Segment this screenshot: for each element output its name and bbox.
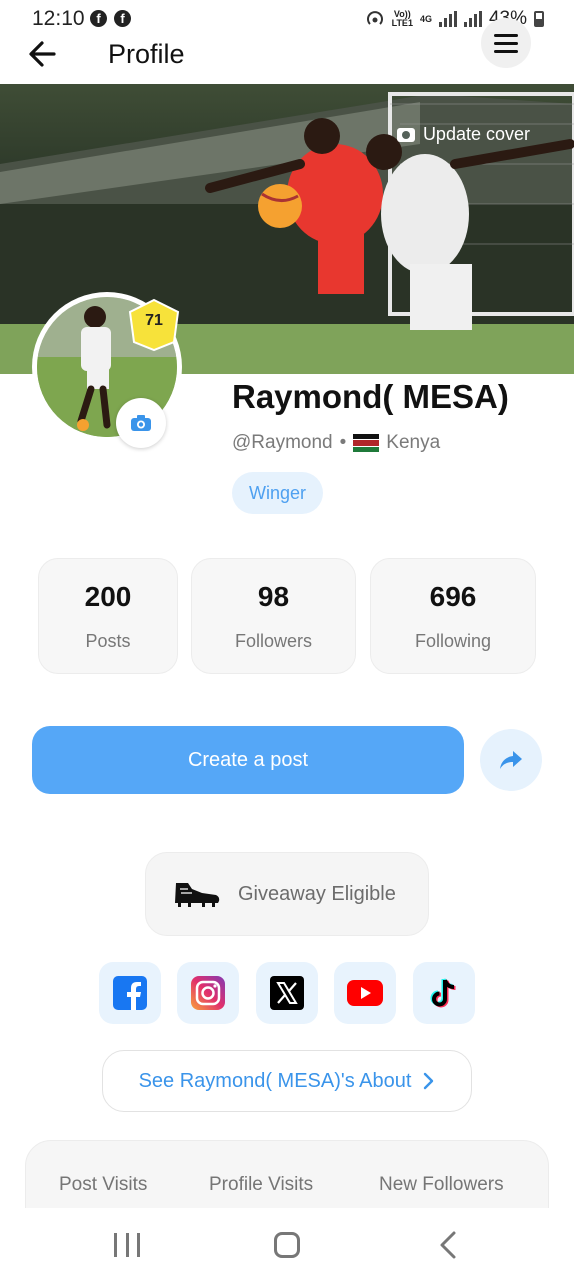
facebook-notification-icon: f [90,10,107,27]
youtube-link[interactable] [334,962,396,1024]
stat-label: Posts [85,631,131,651]
stat-posts[interactable]: 200 Posts [38,558,178,674]
facebook-icon [113,976,147,1010]
stat-following[interactable]: 696 Following [370,558,536,674]
instagram-icon [191,976,225,1010]
back-arrow-icon[interactable] [24,34,64,74]
signal-icon [463,11,482,27]
instagram-link[interactable] [177,962,239,1024]
change-avatar-button[interactable] [116,398,166,448]
x-link[interactable] [256,962,318,1024]
see-about-button[interactable]: See Raymond( MESA)'s About [102,1050,472,1112]
giveaway-eligible-badge: Giveaway Eligible [145,852,429,936]
system-nav-bar [0,1208,574,1280]
app-header: Profile [0,18,574,84]
profile-handle: @Raymond [232,432,333,453]
stat-value: 98 [257,581,290,612]
volte-indicator: Vo)) LTE1 [391,9,413,28]
hotspot-icon [366,11,383,25]
profile-country: Kenya [386,432,441,453]
camera-icon [396,127,415,142]
update-cover-button[interactable]: Update cover [396,124,530,145]
battery-icon [534,11,544,27]
position-badge: Winger [232,472,324,514]
hamburger-icon [494,33,518,37]
youtube-icon [347,980,383,1006]
facebook-notification-icon: f [114,10,131,27]
share-button[interactable] [480,729,542,791]
tiktok-icon [430,978,456,1008]
stat-value: 200 [84,581,132,612]
handle-row: @Raymond • Kenya [232,432,440,454]
signal-icon [438,11,457,27]
stat-label: Followers [234,631,313,651]
share-arrow-icon [500,751,522,769]
page-title: Profile [108,39,185,69]
kenya-flag-icon [353,434,380,452]
see-about-label: See Raymond( MESA)'s About [138,1069,412,1092]
update-cover-label: Update cover [422,124,530,144]
tiktok-link[interactable] [413,962,475,1024]
recent-apps-button[interactable] [114,1233,140,1257]
stat-value: 696 [429,581,477,612]
network-type: 4G [419,13,432,24]
camera-icon [131,415,151,431]
x-logo-icon [270,976,304,1010]
system-back-icon[interactable] [436,1230,462,1260]
tab-post-visits[interactable]: Post Visits [59,1174,147,1196]
rating-value: 71 [145,312,163,329]
profile-name: Raymond( MESA) [232,378,509,415]
chevron-right-icon [424,1072,434,1090]
stat-label: Following [414,631,492,651]
menu-button[interactable] [481,18,531,68]
tab-profile-visits[interactable]: Profile Visits [209,1174,313,1196]
facebook-link[interactable] [99,962,161,1024]
home-button[interactable] [274,1232,300,1258]
tab-new-followers[interactable]: New Followers [379,1174,504,1196]
football-boot-icon [175,883,220,907]
rating-badge: 71 [126,298,182,352]
stat-followers[interactable]: 98 Followers [191,558,356,674]
giveaway-label: Giveaway Eligible [238,882,396,905]
create-post-button[interactable]: Create a post [32,726,464,794]
status-time: 12:10 [32,7,85,30]
separator-dot: • [339,432,347,453]
